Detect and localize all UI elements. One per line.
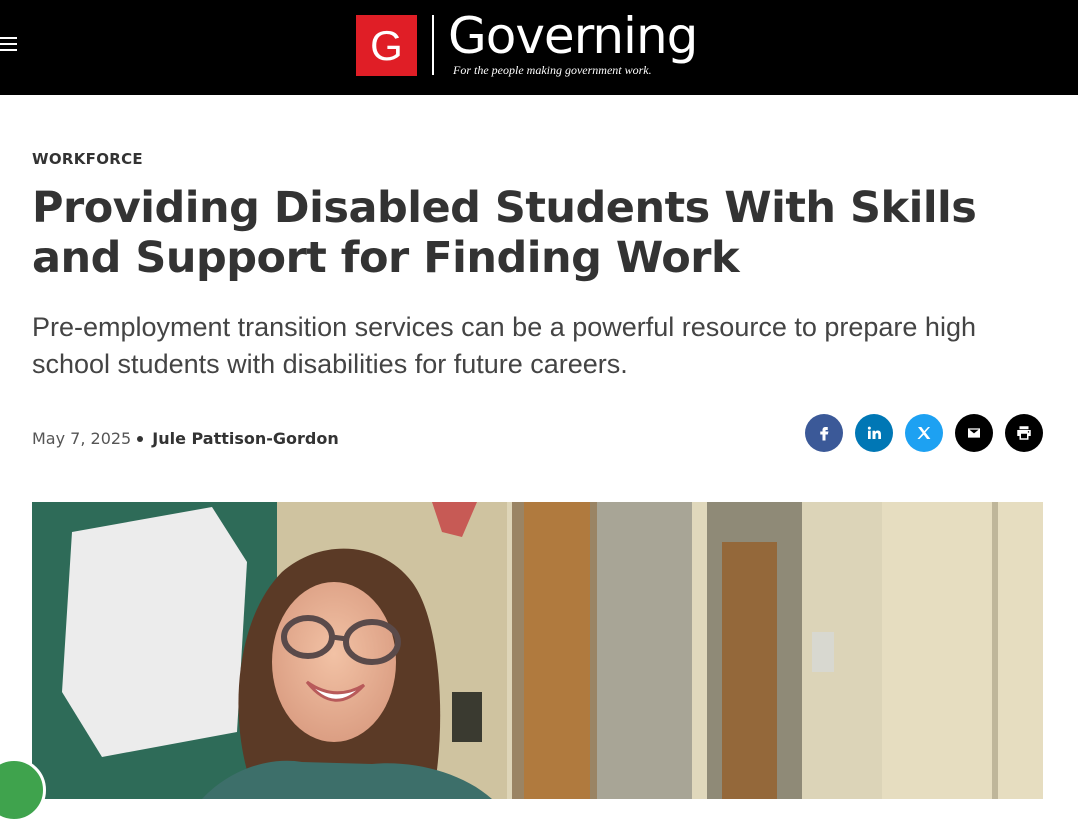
article-headline: Providing Disabled Students With Skills … bbox=[32, 183, 977, 283]
linkedin-icon bbox=[867, 426, 881, 439]
hero-photo bbox=[32, 502, 1043, 799]
site-header: G Governing For the people making govern… bbox=[0, 0, 1078, 95]
facebook-icon bbox=[820, 427, 829, 441]
separator-dot bbox=[137, 435, 144, 442]
print-button[interactable] bbox=[1005, 414, 1043, 452]
section-label[interactable]: WORKFORCE bbox=[32, 150, 143, 168]
article-meta: May 7, 2025 Jule Pattison-Gordon bbox=[32, 429, 339, 448]
share-facebook-button[interactable] bbox=[805, 414, 843, 452]
publish-date: May 7, 2025 bbox=[32, 429, 132, 448]
share-linkedin-button[interactable] bbox=[855, 414, 893, 452]
share-email-button[interactable] bbox=[955, 414, 993, 452]
email-icon bbox=[968, 428, 980, 438]
brand-name: Governing bbox=[448, 7, 698, 65]
article-hero-image bbox=[32, 502, 1043, 799]
share-x-button[interactable] bbox=[905, 414, 943, 452]
logo-letter: G bbox=[370, 22, 403, 69]
logo-divider bbox=[432, 15, 434, 75]
tagline: For the people making government work. bbox=[453, 63, 652, 77]
x-icon bbox=[917, 427, 931, 439]
print-icon bbox=[1017, 426, 1031, 440]
site-logo[interactable]: G Governing For the people making govern… bbox=[356, 7, 722, 79]
author-link[interactable]: Jule Pattison-Gordon bbox=[152, 429, 339, 448]
menu-icon[interactable] bbox=[0, 34, 18, 54]
logo-mark: G bbox=[356, 15, 417, 76]
article-deck: Pre-employment transition services can b… bbox=[32, 312, 976, 379]
